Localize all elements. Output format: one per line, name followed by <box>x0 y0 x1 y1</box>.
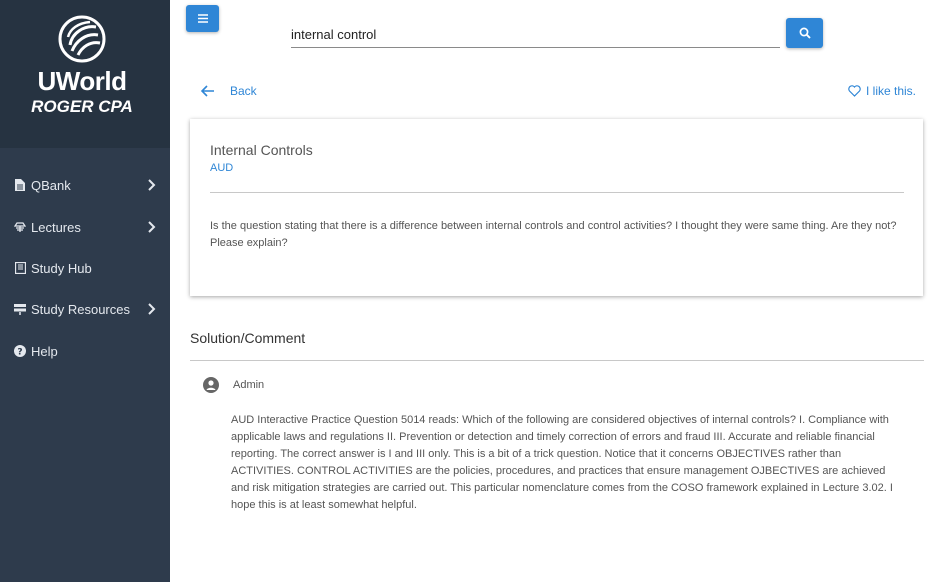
arrow-left-icon <box>200 85 214 97</box>
comment-body: AUD Interactive Practice Question 5014 r… <box>231 414 893 511</box>
question-body: Is the question stating that there is a … <box>210 220 897 249</box>
lecture-icon <box>14 220 26 234</box>
hamburger-icon <box>197 14 208 23</box>
help-icon: ? <box>14 344 26 358</box>
back-link[interactable]: Back <box>200 83 257 99</box>
chevron-right-icon <box>148 179 156 191</box>
question-title: Internal Controls <box>210 142 313 158</box>
menu-button[interactable] <box>186 5 219 32</box>
sidebar-item-lectures[interactable]: Lectures <box>0 212 170 242</box>
sidebar-item-label: Help <box>31 343 58 359</box>
sidebar-item-label: Lectures <box>31 219 81 235</box>
search-input[interactable] <box>291 20 780 48</box>
divider <box>190 360 924 361</box>
search-button[interactable] <box>786 18 823 48</box>
resources-icon <box>14 302 26 316</box>
sidebar-item-study-resources[interactable]: Study Resources <box>0 294 170 324</box>
like-button[interactable]: I like this. <box>848 84 916 98</box>
sidebar-item-qbank[interactable]: QBank <box>0 170 170 200</box>
search-icon <box>799 27 811 39</box>
chevron-right-icon <box>148 221 156 233</box>
svg-text:?: ? <box>17 348 22 358</box>
sidebar-item-help[interactable]: ? Help <box>0 336 170 366</box>
brand-subtitle: ROGER CPA <box>31 97 133 116</box>
sidebar: UWorld ROGER CPA QBank Lectures Study Hu… <box>0 0 170 582</box>
sidebar-item-study-hub[interactable]: Study Hub <box>0 253 170 283</box>
chevron-right-icon <box>148 303 156 315</box>
question-tag[interactable]: AUD <box>210 162 233 174</box>
sidebar-item-label: Study Hub <box>31 260 92 276</box>
comment-author: Admin <box>203 377 264 393</box>
brand-name: UWorld <box>37 66 127 96</box>
book-icon <box>14 261 26 275</box>
sidebar-item-label: QBank <box>31 177 71 193</box>
heart-icon <box>848 85 861 97</box>
avatar-icon <box>203 377 219 393</box>
solution-heading: Solution/Comment <box>190 330 306 346</box>
author-name: Admin <box>233 379 265 391</box>
question-card: Internal Controls AUD Is the question st… <box>190 119 923 296</box>
sidebar-item-label: Study Resources <box>31 301 130 317</box>
brand-logo[interactable]: UWorld ROGER CPA <box>0 0 170 148</box>
like-label: I like this. <box>865 84 916 98</box>
divider <box>210 192 904 193</box>
globe-icon <box>58 15 106 63</box>
back-label: Back <box>230 84 257 98</box>
file-icon <box>14 178 26 192</box>
